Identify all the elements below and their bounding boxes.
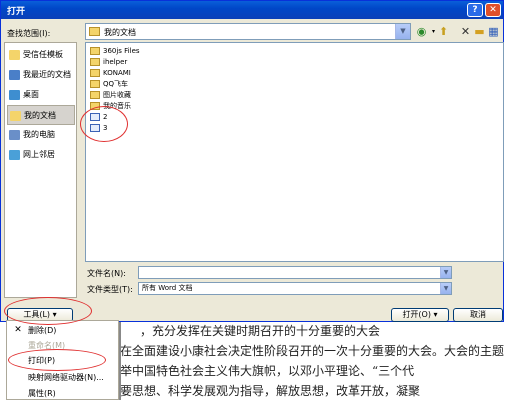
file-name: 图片收藏 <box>103 91 131 99</box>
folder-icon <box>90 47 100 55</box>
folder-icon <box>90 80 100 88</box>
place-label: 我最近的文档 <box>23 70 71 79</box>
dialog-title: 打开 <box>7 7 26 17</box>
file-name: 360js Files <box>103 47 140 55</box>
filename-label: 文件名(N): <box>87 269 126 278</box>
place-recent-docs[interactable]: 我最近的文档 <box>7 65 75 85</box>
file-name: QQ飞车 <box>103 80 129 88</box>
views-icon[interactable]: ▦ <box>487 25 500 38</box>
chevron-down-icon[interactable]: ▼ <box>440 267 451 278</box>
lookin-label: 查找范围(I): <box>7 29 51 38</box>
list-item[interactable]: 我的音乐 <box>90 101 131 111</box>
list-item[interactable]: 图片收藏 <box>90 90 131 100</box>
network-icon <box>9 150 20 160</box>
menu-item-label: 属性(R) <box>28 389 56 398</box>
recent-docs-icon <box>9 70 20 80</box>
list-item[interactable]: 360js Files <box>90 46 140 56</box>
lookin-combo[interactable]: 我的文档 ▼ <box>85 23 411 40</box>
menu-item-label: 打印(P) <box>28 356 56 365</box>
file-name: 我的音乐 <box>103 102 131 110</box>
help-button[interactable]: ? <box>467 3 483 17</box>
folder-icon <box>89 27 100 36</box>
title-bar[interactable]: 打开 ? ✕ <box>1 1 503 19</box>
place-label: 我的电脑 <box>23 130 55 139</box>
folder-icon <box>90 69 100 77</box>
document-line: 要思想、科学发展观为指导，解放思想，改革开放，凝聚 <box>120 384 421 398</box>
word-document-icon <box>90 124 100 132</box>
open-button-label: 打开(O) <box>402 310 431 319</box>
menu-item-print[interactable]: 打印(P) <box>8 353 118 368</box>
place-label: 受信任模板 <box>23 50 63 59</box>
list-item[interactable]: KONAMI <box>90 68 131 78</box>
filetype-select[interactable]: 所有 Word 文档 ▼ <box>138 282 452 295</box>
place-label: 网上邻居 <box>23 150 55 159</box>
menu-item-properties[interactable]: 属性(R) <box>8 386 118 400</box>
list-item[interactable]: 3 <box>90 123 107 133</box>
list-item[interactable]: ihelper <box>90 57 127 67</box>
word-document-icon <box>90 113 100 121</box>
menu-item-label: 删除(D) <box>28 326 57 335</box>
delete-icon[interactable]: ✕ <box>459 25 472 38</box>
tools-menu: ✕ 删除(D) 重命名(M) 打印(P) 映射网络驱动器(N)... 属性(R) <box>6 320 119 400</box>
tools-button-label: 工具(L) <box>23 310 51 319</box>
my-computer-icon <box>9 130 20 140</box>
menu-item-rename[interactable]: 重命名(M) <box>8 338 118 353</box>
places-bar: 受信任模板 我最近的文档 桌面 我的文档 我的电脑 网上邻居 <box>4 42 77 298</box>
place-my-documents[interactable]: 我的文档 <box>7 105 75 125</box>
up-folder-icon[interactable]: ⬆ <box>437 25 450 38</box>
folder-icon <box>90 91 100 99</box>
filetype-value: 所有 Word 文档 <box>142 284 193 292</box>
place-label: 桌面 <box>23 90 39 99</box>
folder-icon <box>90 58 100 66</box>
place-network[interactable]: 网上邻居 <box>7 145 75 165</box>
new-folder-icon[interactable]: ▬ <box>473 25 486 38</box>
document-line: ，充分发挥在关键时期召开的十分重要的大会 <box>140 324 381 338</box>
list-item[interactable]: QQ飞车 <box>90 79 128 89</box>
lookin-value: 我的文档 <box>104 28 136 37</box>
place-trusted-templates[interactable]: 受信任模板 <box>7 45 75 65</box>
folder-icon <box>9 50 20 60</box>
file-list: 360js Files ihelper KONAMI QQ飞车 图片收藏 我的音… <box>85 42 504 262</box>
folder-icon <box>90 102 100 110</box>
place-my-computer[interactable]: 我的电脑 <box>7 125 75 145</box>
close-button[interactable]: ✕ <box>485 3 501 17</box>
file-name: 2 <box>103 113 108 121</box>
delete-icon: ✕ <box>14 325 22 335</box>
open-button[interactable]: 打开(O) ▾ <box>391 308 449 322</box>
menu-item-delete[interactable]: ✕ 删除(D) <box>8 323 118 338</box>
chevron-down-icon[interactable]: ▼ <box>395 24 410 39</box>
file-name: 3 <box>103 124 108 132</box>
chevron-down-icon[interactable]: ▼ <box>440 283 451 294</box>
place-label: 我的文档 <box>24 111 56 120</box>
document-line: 举中国特色社会主义伟大旗帜，以邓小平理论、“三个代 <box>120 364 415 378</box>
menu-item-label: 重命名(M) <box>28 341 66 350</box>
filename-field[interactable]: ▼ <box>138 266 452 279</box>
open-dialog: 打开 ? ✕ 查找范围(I): 我的文档 ▼ ◉ ▾ ⬆ ✕ ▬ ▦ 受信任模板… <box>0 0 504 322</box>
desktop-icon <box>9 90 20 100</box>
document-line: 在全面建设小康社会决定性阶段召开的一次十分重要的大会。大会的主题 <box>120 344 505 358</box>
my-documents-icon <box>10 111 21 121</box>
list-item[interactable]: 2 <box>90 112 107 122</box>
cancel-button[interactable]: 取消 <box>453 308 503 322</box>
place-desktop[interactable]: 桌面 <box>7 85 75 105</box>
file-name: KONAMI <box>103 69 131 77</box>
menu-item-map-drive[interactable]: 映射网络驱动器(N)... <box>8 370 118 385</box>
file-name: ihelper <box>103 58 128 66</box>
menu-item-label: 映射网络驱动器(N)... <box>28 373 104 382</box>
filetype-label: 文件类型(T): <box>87 285 133 294</box>
